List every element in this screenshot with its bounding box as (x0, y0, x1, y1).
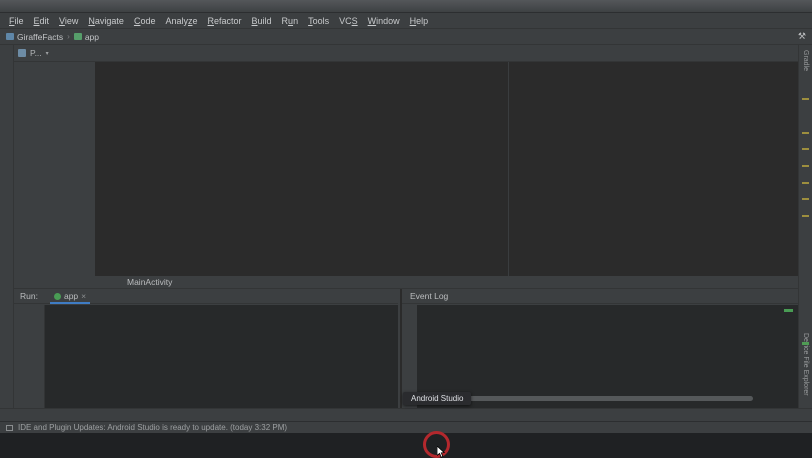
menu-run[interactable]: Run (277, 14, 304, 28)
window-top-strip (0, 0, 812, 13)
run-tab-label: app (64, 291, 78, 301)
menu-help[interactable]: Help (405, 14, 434, 28)
event-log-tool-window: Event Log (400, 289, 798, 408)
menu-vcs[interactable]: VCS (334, 14, 363, 28)
event-log-header: Event Log (402, 289, 798, 304)
run-panel-body (14, 305, 398, 408)
android-icon (54, 293, 61, 300)
tool-window-gradle[interactable]: Gradle (802, 50, 809, 71)
breadcrumb-label: GiraffeFacts (17, 32, 63, 42)
warning-stripe-mark (802, 148, 809, 150)
left-tool-window-bar (0, 45, 14, 421)
run-panel-title: Run: (20, 291, 38, 301)
editor-breadcrumb-bar: MainActivity (14, 276, 798, 289)
main-toolbar: GiraffeFacts › app ⚒ (0, 29, 812, 45)
status-bar: IDE and Plugin Updates: Android Studio i… (0, 421, 812, 433)
hard-wrap-margin (508, 62, 509, 276)
warning-stripe-mark (802, 198, 809, 200)
run-tool-window: Run: app × (14, 289, 398, 408)
menu-build[interactable]: Build (247, 14, 277, 28)
run-toolbar-secondary (29, 305, 44, 408)
horizontal-scrollbar[interactable] (435, 396, 753, 401)
right-tool-window-bar: Gradle Device File Explorer (798, 45, 812, 408)
android-studio-window: FileEditViewNavigateCodeAnalyzeRefactorB… (0, 0, 812, 458)
breadcrumb-item-app[interactable]: app (74, 32, 99, 42)
menu-analyze[interactable]: Analyze (160, 14, 202, 28)
event-log-title: Event Log (410, 291, 448, 301)
run-tab-app[interactable]: app × (50, 289, 90, 303)
bottom-tool-window-bar (0, 408, 812, 421)
menu-window[interactable]: Window (363, 14, 405, 28)
warning-stripe-mark (802, 215, 809, 217)
toolwindow-toggle-icon[interactable] (6, 425, 13, 431)
close-icon[interactable]: × (81, 291, 86, 301)
toolbar-actions: ⚒ (798, 30, 812, 43)
menu-refactor[interactable]: Refactor (203, 14, 247, 28)
run-console-output[interactable] (44, 305, 398, 408)
ok-indicator (784, 309, 793, 312)
warning-stripe-mark (802, 98, 809, 100)
project-folder-icon (6, 33, 14, 40)
menu-tools[interactable]: Tools (303, 14, 334, 28)
warning-stripe-mark (802, 132, 809, 134)
status-message[interactable]: IDE and Plugin Updates: Android Studio i… (18, 423, 287, 432)
project-tree (14, 62, 95, 276)
run-panel-header: Run: app × (14, 289, 398, 304)
editor-tab-bar: P... ▾ (14, 45, 798, 62)
build-hammer-icon[interactable]: ⚒ (798, 30, 806, 43)
breadcrumb-label: app (85, 32, 99, 42)
module-folder-icon (74, 33, 82, 40)
project-view-selector[interactable]: P... (30, 48, 42, 58)
ok-stripe-mark (802, 342, 809, 345)
menu-bar: FileEditViewNavigateCodeAnalyzeRefactorB… (0, 13, 812, 29)
warning-stripe-mark (802, 165, 809, 167)
breadcrumb-separator: › (67, 32, 70, 41)
menu-navigate[interactable]: Navigate (83, 14, 129, 28)
chevron-down-icon: ▾ (46, 50, 49, 57)
project-tool-icon (18, 49, 26, 57)
warning-stripe-mark (802, 182, 809, 184)
project-panel-header: P... ▾ (14, 45, 95, 61)
menu-file[interactable]: File (4, 14, 29, 28)
breadcrumb: GiraffeFacts › app (0, 32, 99, 42)
mouse-cursor (437, 446, 447, 458)
breadcrumb-class[interactable]: MainActivity (127, 277, 172, 287)
menu-view[interactable]: View (54, 14, 83, 28)
menu-code[interactable]: Code (129, 14, 161, 28)
breadcrumb-item-giraffefacts[interactable]: GiraffeFacts (6, 32, 63, 42)
run-toolbar-primary (14, 305, 29, 408)
code-editor[interactable] (95, 62, 798, 276)
shelf-tooltip: Android Studio (403, 392, 471, 405)
menu-edit[interactable]: Edit (29, 14, 55, 28)
chromeos-shelf: US 3 5:41 (0, 433, 812, 458)
event-log-entries (417, 305, 798, 408)
